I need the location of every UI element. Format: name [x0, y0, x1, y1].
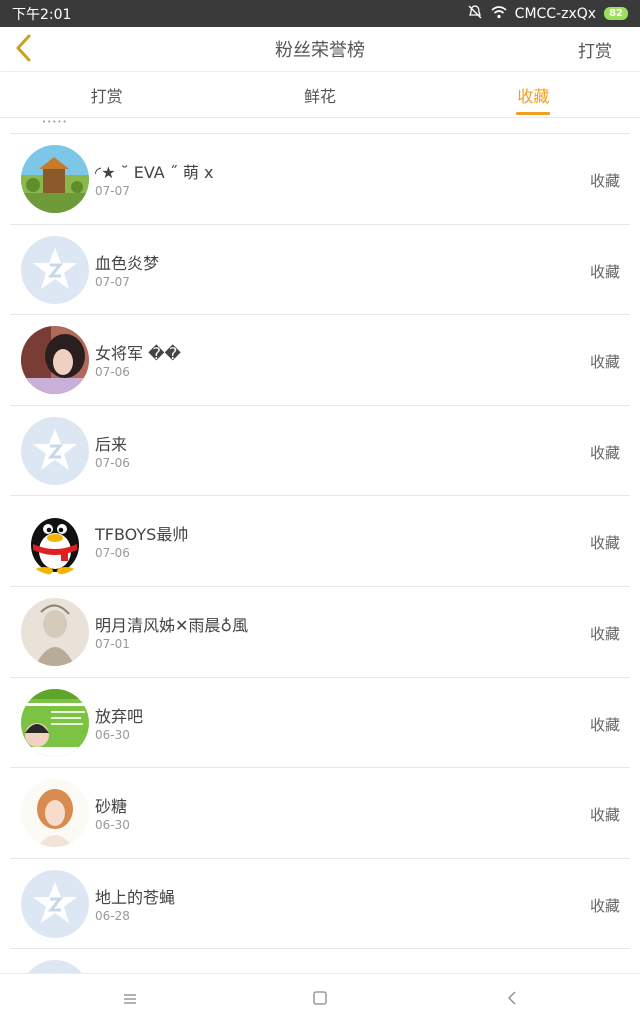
list-item-partial: [10, 949, 630, 973]
fan-date: 06-28: [95, 908, 130, 923]
support-type: 收藏: [589, 896, 620, 915]
support-type: 收藏: [589, 262, 620, 281]
avatar: [21, 960, 89, 973]
tab-label: 打赏: [90, 87, 123, 106]
list-item[interactable]: ◜★ ˘ EVA ˝ 萌 x 07-07 收藏: [10, 134, 630, 225]
nav-back-button[interactable]: [482, 974, 542, 1024]
avatar[interactable]: [21, 507, 89, 576]
list-item[interactable]: 明月清风姊✕雨晨♁風 07-01 收藏: [10, 587, 630, 678]
avatar[interactable]: [21, 235, 89, 304]
menu-button[interactable]: [100, 974, 160, 1024]
avatar[interactable]: [21, 869, 89, 938]
tab-0[interactable]: 打赏: [0, 72, 213, 118]
active-tab-indicator: [516, 112, 551, 115]
fan-name: 女将军 ��: [95, 344, 181, 364]
avatar[interactable]: [21, 779, 89, 848]
tab-label: 收藏: [517, 87, 550, 106]
fan-date: 07-06: [95, 546, 130, 561]
back-button[interactable]: [6, 33, 40, 67]
list-item[interactable]: 后来 07-06 收藏: [10, 406, 630, 497]
fan-name: 血色炎梦: [95, 253, 160, 273]
fan-name: TFBOYS最帅: [95, 525, 189, 545]
support-type: 收藏: [589, 806, 620, 825]
list-item[interactable]: 砂糖 06-30 收藏: [10, 768, 630, 859]
list-item[interactable]: 血色炎梦 07-07 收藏: [10, 225, 630, 316]
list-item[interactable]: TFBOYS最帅 07-06 收藏: [10, 496, 630, 587]
menu-icon: [123, 990, 137, 1009]
support-type: 收藏: [589, 624, 620, 643]
list-item[interactable]: 地上的苍蝇 06-28 收藏: [10, 859, 630, 950]
carrier-name: CMCC-zxQx: [514, 5, 597, 22]
partial-top-text: •••••: [42, 118, 68, 126]
fan-date: 06-30: [95, 727, 130, 742]
support-type: 收藏: [589, 172, 620, 190]
title-bar: 粉丝荣誉榜 打赏: [0, 27, 640, 72]
status-time: 下午2:01: [12, 6, 72, 23]
fan-name: 砂糖: [95, 797, 128, 817]
fan-date: 06-30: [95, 818, 130, 833]
support-type: 收藏: [589, 534, 620, 553]
list-item[interactable]: 放弃吧 06-30 收藏: [10, 678, 630, 769]
avatar[interactable]: [21, 416, 89, 485]
support-type: 收藏: [589, 715, 620, 734]
fan-list[interactable]: ••••• ◜★ ˘ EVA ˝ 萌 x 07-07 收藏 血色炎梦 07-07 收藏 女将…: [0, 118, 640, 973]
avatar[interactable]: [21, 597, 89, 666]
home-icon: [313, 990, 327, 1009]
page-title: 粉丝荣誉榜: [275, 40, 365, 61]
status-bar: 下午2:01 CMCC-zxQx 82: [0, 0, 640, 27]
home-button[interactable]: [290, 974, 350, 1024]
reward-button[interactable]: 打赏: [578, 27, 612, 72]
fan-date: 07-06: [95, 365, 130, 380]
fan-date: 07-07: [95, 184, 130, 198]
mute-icon: [467, 4, 483, 24]
fan-name: 地上的苍蝇: [95, 887, 176, 907]
tab-2[interactable]: 收藏: [427, 72, 640, 118]
avatar[interactable]: [21, 145, 89, 213]
fan-name: 明月清风姊✕雨晨♁風: [95, 615, 249, 635]
status-right: CMCC-zxQx 82: [467, 4, 628, 24]
wifi-icon: [491, 5, 507, 23]
avatar[interactable]: [21, 688, 89, 757]
fan-date: 07-01: [95, 636, 130, 651]
fan-name: 放弃吧: [95, 706, 144, 726]
list-item-partial-top: •••••: [10, 118, 630, 134]
page: 下午2:01 CMCC-zxQx 82 粉丝荣誉榜 打赏 打赏 鲜花 收藏 ••••…: [0, 0, 640, 1024]
tab-label: 鲜花: [303, 87, 336, 106]
fan-date: 07-06: [95, 455, 130, 470]
fan-name: ◜★ ˘ EVA ˝ 萌 x: [95, 163, 214, 182]
support-type: 收藏: [589, 353, 620, 372]
back-icon: [507, 990, 517, 1009]
fan-name: 后来: [95, 434, 128, 454]
system-nav-bar: [0, 973, 640, 1024]
chevron-left-icon: [13, 34, 33, 66]
tab-1[interactable]: 鲜花: [213, 72, 426, 118]
tab-bar: 打赏 鲜花 收藏: [0, 72, 640, 118]
battery-badge: 82: [604, 7, 628, 20]
list-item[interactable]: 女将军 �� 07-06 收藏: [10, 315, 630, 406]
support-type: 收藏: [589, 443, 620, 462]
avatar[interactable]: [21, 326, 89, 395]
fan-date: 07-07: [95, 274, 130, 289]
